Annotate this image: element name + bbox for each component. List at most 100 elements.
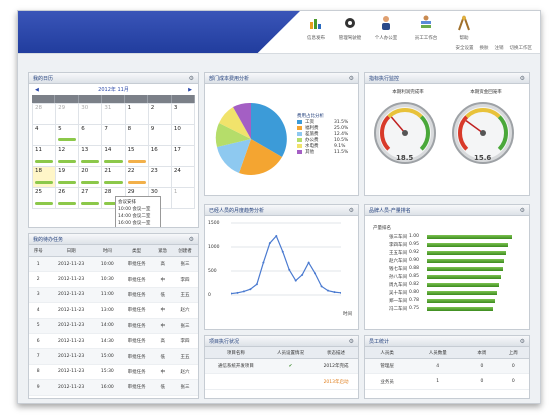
table-row[interactable]: 1 2012-11-23 10:00 审批任务高张三 [29,256,198,273]
table-row[interactable]: 3 2012-11-23 11:00 审批任务低王五 [29,287,198,304]
calendar-event[interactable] [35,202,54,205]
table-row[interactable]: 7 2012-11-23 15:00 审批任务低王五 [29,348,198,365]
calendar-event[interactable] [104,181,123,184]
nav-workbench[interactable]: 员工工作台 [406,15,446,41]
cell: 2012-11-23 [47,302,95,319]
bar-chart: 张三车间 1.00 李四车间 0.95 王五车间 0.92 赵六车间 0.90 钱七车间 0.88… [365,234,529,320]
calendar-day[interactable]: 8 [125,125,149,146]
calendar-event[interactable] [127,181,146,184]
calendar-event[interactable] [35,160,54,163]
calendar-day[interactable]: 16 [148,146,172,167]
cell: 2012-11-23 [47,271,95,288]
calendar-event[interactable] [81,160,100,163]
cell: 16:30 [94,395,120,398]
calendar-day[interactable]: 2 [148,104,172,125]
calendar-day[interactable]: 1 [171,188,195,209]
nav-help[interactable]: 帮助 [444,15,484,41]
gear-icon[interactable]: ⚙ [520,207,525,214]
calendar-event[interactable] [81,181,100,184]
calendar-day[interactable]: 23 [148,167,172,188]
calendar-day[interactable]: 19 [56,167,80,188]
calendar-day[interactable]: 13 [79,146,103,167]
link-security[interactable]: 安全设置 [456,45,474,51]
calendar-panel: 我的日历 ⚙ ◀ 2012年 11月 ▶ 28 29 30 31 1 2 3 4 5 6 7 8 9 10 1… [28,72,199,228]
bar-row: 赵六车间 0.90 [365,258,529,264]
data-point [301,273,304,276]
calendar-day[interactable]: 20 [79,167,103,188]
calendar-day[interactable]: 1 [125,104,149,125]
calendar-day[interactable]: 3 [171,104,195,125]
calendar-day[interactable]: 6 [79,125,103,146]
calendar-day[interactable]: 4 [33,125,57,146]
compass-icon [456,15,472,31]
calendar-day[interactable]: 28 [33,104,57,125]
cell: 审批任务 [119,287,154,304]
calendar-day[interactable]: 18 [33,167,57,188]
calendar-day[interactable]: 7 [102,125,126,146]
bar [427,299,496,303]
calendar-event[interactable] [81,202,100,205]
table-row[interactable]: 通信系统开发项目 ✔ 2012年完成 [205,358,358,375]
calendar-day[interactable]: 21 [102,167,126,188]
calendar-event[interactable] [127,160,146,163]
calendar-day[interactable]: 14 [102,146,126,167]
cell: 审批任务 [119,395,154,398]
calendar-day[interactable]: 10 [171,125,195,146]
table-row[interactable]: 业务员 1 0 0 [365,373,529,390]
calendar-day[interactable]: 5 [56,125,80,146]
calendar-day[interactable]: 12 [56,146,80,167]
calendar-day[interactable]: 22 [125,167,149,188]
cell: 审批任务 [119,318,154,334]
gear-icon[interactable]: ⚙ [189,75,194,82]
gear-icon[interactable]: ⚙ [349,207,354,214]
calendar-day[interactable]: 17 [171,146,195,167]
gear-icon[interactable]: ⚙ [189,236,194,243]
nav-personal-office[interactable]: 个人办公室 [366,15,406,41]
table-row[interactable]: 2 2012-11-23 10:30 审批任务中李四 [29,271,198,288]
cell: 审批任务 [119,302,154,319]
calendar-event[interactable] [104,160,123,163]
table-row[interactable]: 2013年启动 [205,373,358,390]
calendar-day[interactable]: 9 [148,125,172,146]
table-row[interactable]: 4 2012-11-23 13:00 审批任务中赵六 [29,302,198,319]
link-skin[interactable]: 换肤 [480,45,489,51]
cell: 业务员 [365,373,410,390]
calendar-day[interactable]: 29 [56,104,80,125]
table-row[interactable]: 9 2012-11-23 16:00 审批任务低张三 [29,379,198,396]
calendar-day[interactable]: 15 [125,146,149,167]
nav-cockpit[interactable]: 管理驾驶舱 [330,15,370,41]
table-row[interactable]: 5 2012-11-23 14:00 审批任务中张三 [29,318,198,334]
cell: 审批任务 [119,348,154,365]
next-month-button[interactable]: ▶ [188,87,192,93]
column-header: 上周 [497,347,529,359]
calendar-day[interactable]: 25 [33,188,57,209]
gear-icon[interactable]: ⚙ [349,338,354,345]
table-row[interactable]: 管理层 4 0 0 [365,358,529,375]
calendar-day[interactable]: 26 [56,188,80,209]
calendar-event[interactable] [58,160,77,163]
calendar-day[interactable]: 31 [102,104,126,125]
cell: 张三 [171,318,198,334]
calendar-event[interactable] [35,181,54,184]
calendar-day[interactable]: 27 [79,188,103,209]
gear-icon[interactable]: ⚙ [520,338,525,345]
table-row[interactable]: 6 2012-11-23 14:30 审批任务高李四 [29,333,198,350]
prev-month-button[interactable]: ◀ [35,87,39,93]
calendar-day[interactable]: 11 [33,146,57,167]
table-row[interactable]: 102012-11-2316:30审批任务中李四 [29,395,198,398]
day-number: 6 [81,126,85,132]
calendar-day[interactable]: 24 [171,167,195,188]
calendar-day[interactable]: 30 [79,104,103,125]
gear-icon[interactable]: ⚙ [349,75,354,82]
gear-icon[interactable]: ⚙ [520,75,525,82]
link-logout[interactable]: 注销 [495,45,504,51]
pie-legend: 费用占比分析 工资 31.5% 福利费 25.0% 差旅费 12.4% 办公费 10.5… [297,113,355,155]
user-icon [378,15,394,31]
table-row[interactable]: 8 2012-11-23 15:30 审批任务中赵六 [29,364,198,381]
day-number: 31 [104,105,112,111]
calendar-event[interactable] [58,138,77,141]
day-number: 25 [35,189,42,195]
link-switch[interactable]: 切换工作区 [510,45,533,51]
calendar-event[interactable] [58,202,77,205]
calendar-event[interactable] [58,181,77,184]
